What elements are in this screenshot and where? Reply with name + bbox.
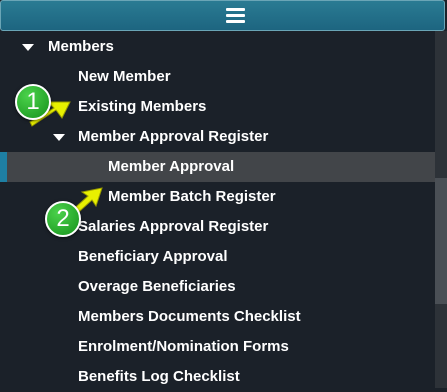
- menu-item-label: Enrolment/Nomination Forms: [78, 338, 289, 355]
- active-item-marker: [0, 152, 7, 182]
- menu-item-label: Salaries Approval Register: [78, 218, 269, 235]
- annotation-badge-1: 1: [15, 84, 51, 120]
- menu-item-label: Members: [48, 38, 114, 55]
- menu-item-overage-beneficiaries[interactable]: Overage Beneficiaries: [0, 272, 435, 302]
- menu-item-enrolment-nomination-forms[interactable]: Enrolment/Nomination Forms: [0, 332, 435, 362]
- hamburger-menu-icon[interactable]: [226, 8, 245, 24]
- menu-item-label: Member Approval Register: [78, 128, 269, 145]
- menu-item-members[interactable]: Members: [0, 32, 435, 62]
- menu-item-beneficiary-approval[interactable]: Beneficiary Approval: [0, 242, 435, 272]
- annotation-badge-2: 2: [45, 201, 81, 237]
- scrollbar-thumb[interactable]: [435, 178, 447, 304]
- menu-item-label: Beneficiary Approval: [78, 248, 228, 265]
- menu-item-label: Member Batch Register: [108, 188, 276, 205]
- caret-down-icon[interactable]: [22, 44, 34, 51]
- menu-item-label: Member Approval: [108, 158, 235, 175]
- menu-item-member-approval[interactable]: Member Approval: [0, 152, 435, 182]
- top-bar: [0, 0, 445, 31]
- scrollbar[interactable]: [435, 31, 447, 388]
- menu-item-label: Members Documents Checklist: [78, 308, 301, 325]
- menu-item-new-member[interactable]: New Member: [0, 62, 435, 92]
- menu-item-members-documents-checklist[interactable]: Members Documents Checklist: [0, 302, 435, 332]
- menu-item-label: Overage Beneficiaries: [78, 278, 236, 295]
- menu-item-label: Existing Members: [78, 98, 207, 115]
- menu-item-label: New Member: [78, 68, 171, 85]
